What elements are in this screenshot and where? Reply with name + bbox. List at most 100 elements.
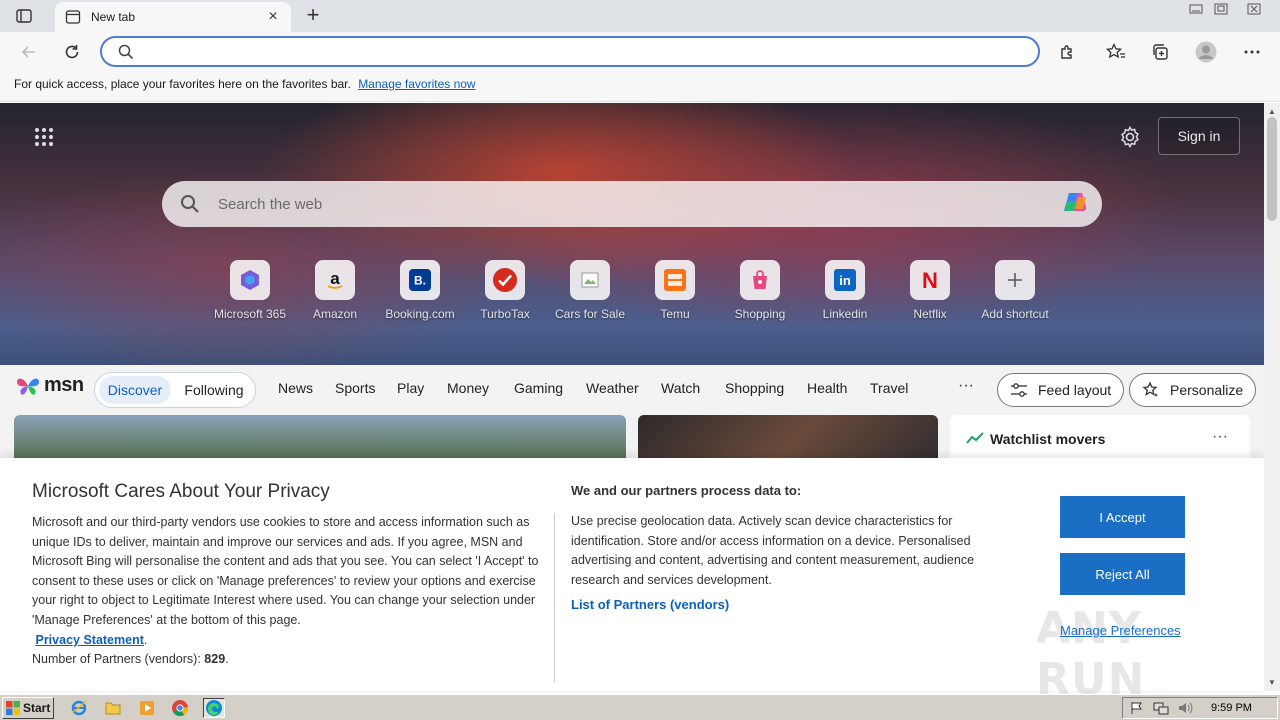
tab-close-icon[interactable]: × bbox=[265, 8, 281, 25]
edge-icon bbox=[206, 700, 222, 716]
network-icon[interactable] bbox=[1153, 701, 1169, 715]
trend-up-icon bbox=[966, 432, 984, 444]
volume-icon[interactable] bbox=[1177, 701, 1193, 715]
consent-body-text: Microsoft and our third-party vendors us… bbox=[32, 515, 539, 627]
tab-actions-icon bbox=[16, 9, 32, 23]
copilot-icon[interactable] bbox=[1060, 190, 1090, 218]
shortcut-microsoft-365[interactable]: Microsoft 365 bbox=[207, 260, 293, 321]
msn-butterfly-icon bbox=[17, 378, 39, 395]
shortcut-linkedin[interactable]: in Linkedin bbox=[802, 260, 888, 321]
shortcut-cars-for-sale[interactable]: Cars for Sale bbox=[547, 260, 633, 321]
turbotax-icon bbox=[493, 268, 517, 292]
scroll-up-icon[interactable]: ▲ bbox=[1268, 107, 1276, 116]
favorites-button[interactable] bbox=[1103, 39, 1129, 65]
cars-icon bbox=[581, 272, 599, 288]
sign-in-button[interactable]: Sign in bbox=[1158, 117, 1240, 155]
avatar-icon bbox=[1195, 41, 1217, 63]
tab-title: New tab bbox=[91, 10, 136, 24]
puzzle-icon bbox=[1061, 45, 1072, 59]
nav-travel[interactable]: Travel bbox=[870, 380, 908, 396]
taskbar-ie[interactable] bbox=[68, 698, 90, 718]
star-list-icon bbox=[1106, 43, 1125, 59]
restore-button[interactable] bbox=[1209, 0, 1233, 18]
refresh-button[interactable] bbox=[59, 39, 85, 65]
favorites-bar-hint: For quick access, place your favorites h… bbox=[14, 77, 351, 91]
accept-button[interactable]: I Accept bbox=[1060, 496, 1185, 538]
nav-gaming[interactable]: Gaming bbox=[514, 380, 563, 396]
internet-explorer-icon bbox=[71, 700, 87, 716]
shortcut-booking[interactable]: B. Booking.com bbox=[377, 260, 463, 321]
shortcut-netflix[interactable]: N Netflix bbox=[887, 260, 973, 321]
taskbar-chrome[interactable] bbox=[169, 698, 191, 718]
new-tab-button[interactable]: + bbox=[302, 4, 324, 27]
shortcut-label: Temu bbox=[660, 307, 690, 321]
new-tab-page-icon bbox=[65, 10, 81, 24]
more-dots-icon bbox=[1244, 50, 1260, 54]
minimize-button[interactable] bbox=[1184, 0, 1208, 18]
taskbar-explorer[interactable] bbox=[102, 698, 124, 718]
favorites-bar: For quick access, place your favorites h… bbox=[0, 70, 1280, 102]
sliders-icon bbox=[1011, 383, 1027, 397]
nav-health[interactable]: Health bbox=[807, 380, 847, 396]
web-search-input[interactable] bbox=[218, 193, 1038, 215]
nav-more-button[interactable]: ··· bbox=[958, 377, 974, 395]
collections-icon bbox=[1153, 44, 1168, 60]
shortcut-label: Microsoft 365 bbox=[213, 307, 287, 321]
watchlist-more-button[interactable]: ··· bbox=[1212, 428, 1228, 446]
gear-icon[interactable] bbox=[1118, 125, 1142, 149]
collections-button[interactable] bbox=[1147, 39, 1173, 65]
back-button[interactable] bbox=[16, 39, 42, 65]
taskbar-media-player[interactable] bbox=[136, 698, 158, 718]
feed-layout-button[interactable]: Feed layout bbox=[997, 373, 1125, 407]
nav-weather[interactable]: Weather bbox=[586, 380, 639, 396]
booking-icon: B. bbox=[409, 269, 431, 291]
partners-list-link[interactable]: List of Partners (vendors) bbox=[571, 597, 729, 612]
extensions-button[interactable] bbox=[1054, 39, 1080, 65]
browser-toolbar bbox=[0, 32, 1280, 70]
linkedin-icon: in bbox=[834, 269, 856, 291]
nav-play[interactable]: Play bbox=[397, 380, 424, 396]
tab-following[interactable]: Following bbox=[175, 376, 253, 404]
shortcut-label: Linkedin bbox=[822, 307, 868, 321]
settings-more-button[interactable] bbox=[1239, 39, 1265, 65]
shortcut-temu[interactable]: Temu bbox=[632, 260, 718, 321]
tab-new-tab[interactable]: New tab × bbox=[55, 2, 291, 32]
shortcut-amazon[interactable]: a Amazon bbox=[292, 260, 378, 321]
data-processing-body: Use precise geolocation data. Actively s… bbox=[571, 514, 975, 587]
address-input[interactable] bbox=[142, 42, 1022, 62]
page-scrollbar[interactable]: ▲ ▼ bbox=[1264, 103, 1280, 691]
profile-button[interactable] bbox=[1193, 39, 1219, 65]
personalize-button[interactable]: Personalize bbox=[1129, 373, 1257, 407]
refresh-icon bbox=[65, 45, 79, 59]
app-launcher-icon[interactable] bbox=[34, 127, 54, 147]
privacy-statement-link[interactable]: Privacy Statement bbox=[35, 633, 143, 647]
manage-preferences-link[interactable]: Manage Preferences bbox=[1060, 623, 1181, 638]
nav-sports[interactable]: Sports bbox=[335, 380, 375, 396]
add-shortcut-button[interactable]: Add shortcut bbox=[972, 260, 1058, 321]
start-button[interactable]: Start bbox=[2, 697, 54, 719]
netflix-icon: N bbox=[922, 268, 938, 292]
nav-money[interactable]: Money bbox=[447, 380, 489, 396]
nav-news[interactable]: News bbox=[278, 380, 313, 396]
action-center-flag-icon[interactable] bbox=[1129, 701, 1145, 715]
scroll-down-icon[interactable]: ▼ bbox=[1268, 678, 1276, 687]
manage-favorites-link[interactable]: Manage favorites now bbox=[358, 77, 475, 91]
web-search-box[interactable] bbox=[162, 181, 1102, 227]
close-window-button[interactable] bbox=[1242, 0, 1266, 18]
windows-flag-icon bbox=[6, 701, 20, 715]
nav-shopping[interactable]: Shopping bbox=[725, 380, 784, 396]
shortcut-turbotax[interactable]: TurboTax bbox=[462, 260, 548, 321]
scroll-thumb[interactable] bbox=[1267, 117, 1277, 221]
shortcut-shopping[interactable]: Shopping bbox=[717, 260, 803, 321]
address-bar[interactable] bbox=[100, 36, 1040, 67]
back-arrow-icon bbox=[21, 46, 35, 58]
nav-watch[interactable]: Watch bbox=[661, 380, 700, 396]
msn-logo[interactable]: msn bbox=[16, 374, 84, 397]
tab-discover[interactable]: Discover bbox=[99, 376, 171, 404]
partners-count: 829 bbox=[204, 652, 226, 667]
shopping-icon bbox=[753, 270, 767, 289]
taskbar-edge[interactable] bbox=[203, 698, 225, 718]
restore-icon bbox=[1214, 3, 1228, 15]
reject-all-button[interactable]: Reject All bbox=[1060, 553, 1185, 595]
tab-actions-button[interactable] bbox=[10, 6, 38, 26]
